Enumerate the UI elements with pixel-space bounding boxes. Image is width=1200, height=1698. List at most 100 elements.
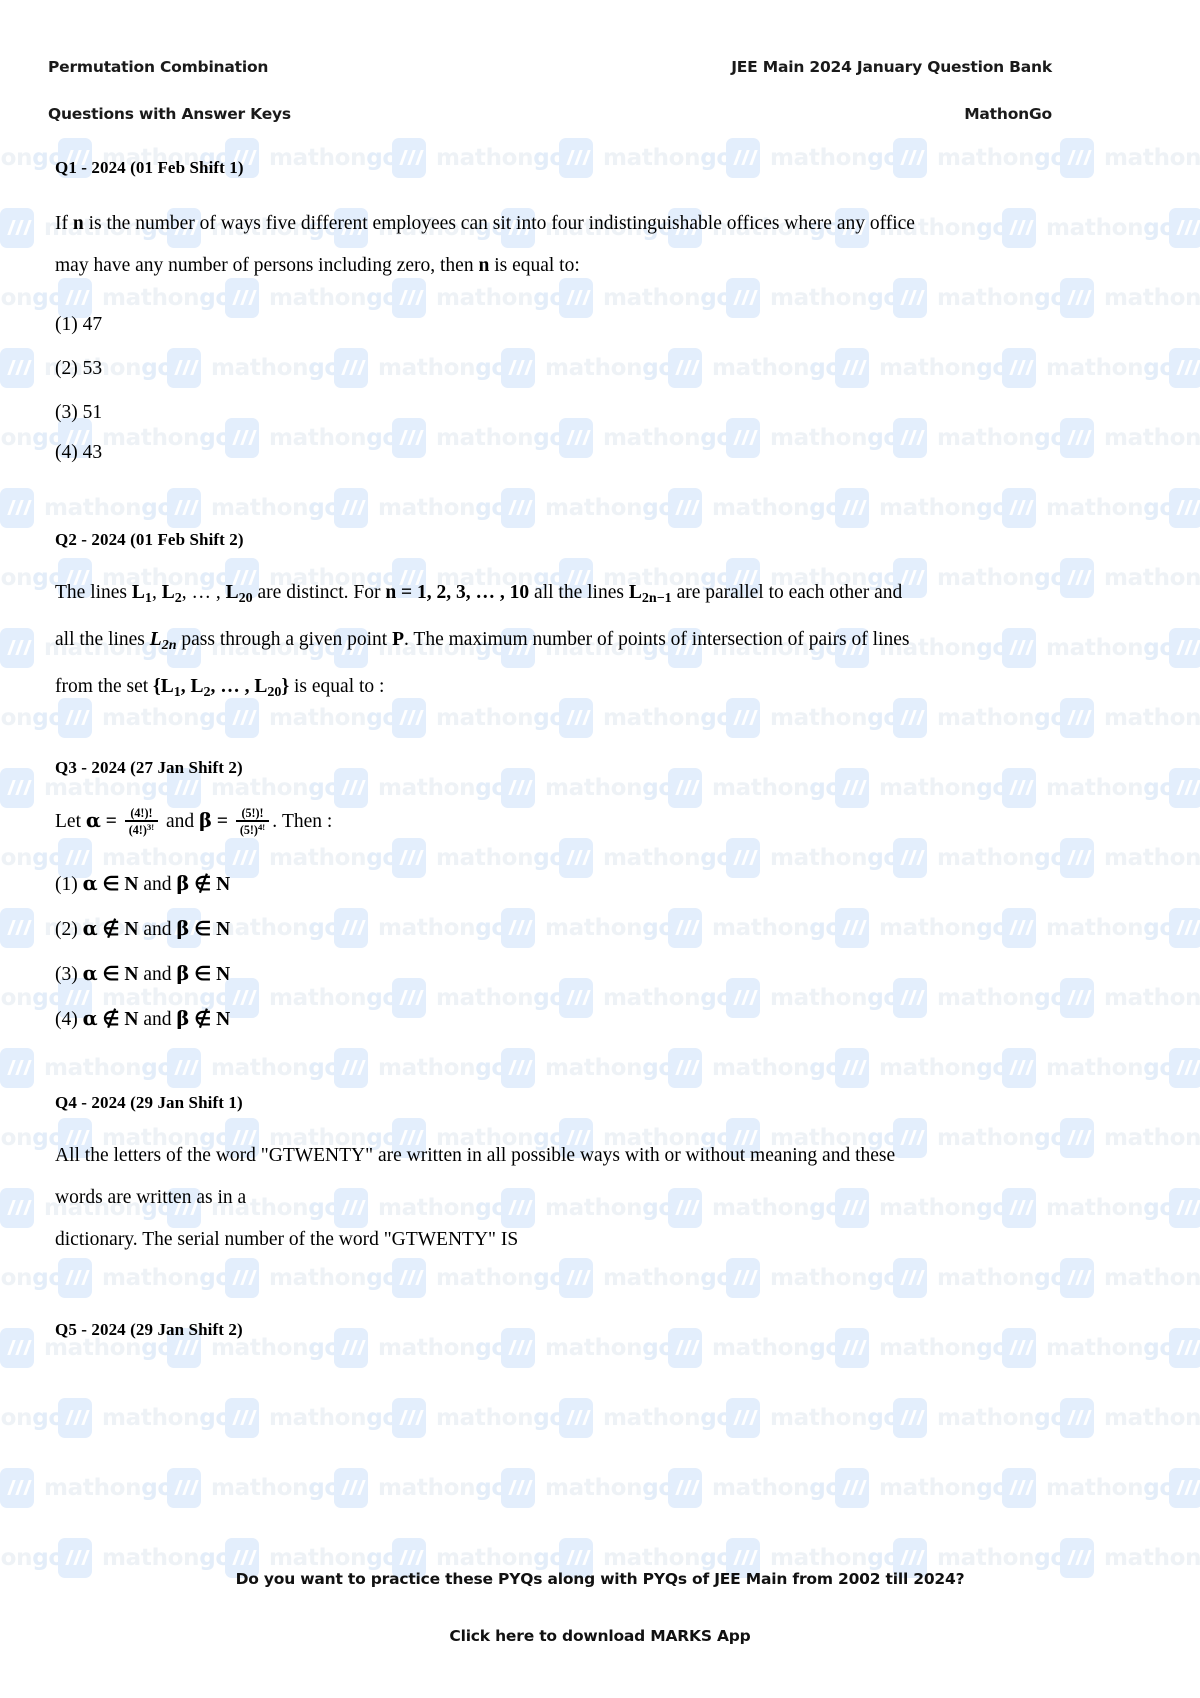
- watermark-item: mathongo: [0, 768, 6, 808]
- watermark-label: mathongo: [1046, 915, 1175, 941]
- watermark-item: mathongo: [0, 908, 6, 948]
- watermark-item: mathongo: [726, 1398, 899, 1438]
- watermark-item: mathongo: [0, 1398, 64, 1438]
- q2-t5: all the lines: [529, 582, 629, 603]
- q3-opt3-and: and: [138, 964, 177, 985]
- q1-text-b: is the number of ways five different emp…: [83, 213, 915, 234]
- watermark-label: mathongo: [44, 495, 173, 521]
- watermark-label: mathongo: [770, 1545, 899, 1571]
- watermark-label: mathongo: [0, 1405, 64, 1431]
- watermark-item: mathongo: [334, 488, 507, 528]
- mathongo-logo-icon: [668, 488, 702, 528]
- q3-t2: and: [161, 811, 200, 832]
- option-q1-4[interactable]: (4) 43: [55, 435, 1055, 471]
- q2-L20: L20: [226, 582, 253, 606]
- watermark-item: mathongo: [0, 1188, 6, 1228]
- q3-opt3-N2: N: [216, 964, 231, 985]
- watermark-label: mathongo: [1104, 705, 1200, 731]
- watermark-item: mathongo: [0, 1048, 6, 1088]
- watermark-item: mathongo: [1060, 1118, 1200, 1158]
- q3-opt1-rel1: ∈: [97, 874, 125, 895]
- mathongo-logo-icon: [1169, 1328, 1200, 1368]
- watermark-label: mathongo: [44, 775, 173, 801]
- watermark-label: mathongo: [102, 1265, 231, 1291]
- watermark-item: mathongo: [893, 1258, 1066, 1298]
- watermark-item: mathongo: [167, 1468, 340, 1508]
- watermark-label: mathongo: [1046, 1055, 1175, 1081]
- mathongo-logo-icon: [225, 1258, 259, 1298]
- watermark-label: mathongo: [1104, 1545, 1200, 1571]
- q3-beta-fraction: (5!)! (5!)4!: [235, 806, 270, 837]
- question-text-q1-line1: If n is the number of ways five differen…: [55, 203, 1055, 245]
- watermark-label: mathongo: [436, 1405, 565, 1431]
- question-text-q2-line3: from the set {L1, L2, … , L20} is equal …: [55, 666, 1055, 713]
- q3-opt1-rel2: ∉: [189, 874, 217, 895]
- watermark-item: mathongo: [835, 1048, 1008, 1088]
- mathongo-logo-icon: [835, 1468, 869, 1508]
- mathongo-logo-icon: [726, 1398, 760, 1438]
- q2-set-open: {L: [153, 675, 174, 697]
- watermark-item: mathongo: [1002, 1468, 1175, 1508]
- question-text-q4-line2: words are written as in a: [55, 1187, 247, 1208]
- mathongo-logo-icon: [835, 488, 869, 528]
- mathongo-logo-icon: [334, 1048, 368, 1088]
- q2-set: {L1, L2, … , L20}: [153, 675, 289, 700]
- watermark-label: mathongo: [436, 1545, 565, 1571]
- watermark-item: mathongo: [58, 1258, 231, 1298]
- watermark-label: mathongo: [378, 495, 507, 521]
- question-body-q4: All the letters of the word "GTWENTY" ar…: [55, 1135, 1055, 1261]
- option-q3-3[interactable]: (3) α ∈ N and β ∈ N: [55, 952, 1055, 997]
- watermark-label: mathongo: [0, 1055, 6, 1081]
- question-bank-title: JEE Main 2024 January Question Bank: [731, 58, 1052, 76]
- mathongo-logo-icon: [1060, 838, 1094, 878]
- watermark-label: mathongo: [879, 1055, 1008, 1081]
- watermark-item: mathongo: [167, 488, 340, 528]
- option-q3-4[interactable]: (4) α ∉ N and β ∉ N: [55, 997, 1055, 1042]
- watermark-item: mathongo: [225, 1258, 398, 1298]
- document-page: mathongo mathongo mathongo mathongo mathongo…: [0, 0, 1200, 1698]
- q3-opt4-and: and: [138, 1009, 177, 1030]
- watermark-label: mathongo: [879, 775, 1008, 801]
- watermark-label: mathongo: [44, 1055, 173, 1081]
- mathongo-logo-icon: [0, 1328, 34, 1368]
- watermark-item: mathongo: [1002, 488, 1175, 528]
- watermark-item: mathongo: [1060, 558, 1200, 598]
- watermark-item: mathongo: [1060, 978, 1200, 1018]
- mathongo-logo-icon: [501, 1468, 535, 1508]
- mathongo-logo-icon: [1060, 558, 1094, 598]
- footer-download-link[interactable]: Click here to download MARKS App: [0, 1627, 1200, 1645]
- option-q1-1[interactable]: (1) 47: [55, 303, 1055, 347]
- option-q1-2[interactable]: (2) 53: [55, 347, 1055, 391]
- q3-opt3-rel2: ∈: [189, 964, 217, 985]
- option-q1-3[interactable]: (3) 51: [55, 391, 1055, 435]
- watermark-label: mathongo: [0, 1265, 64, 1291]
- option-q3-2[interactable]: (2) α ∉ N and β ∈ N: [55, 907, 1055, 952]
- q1-text-a: If: [55, 213, 73, 234]
- watermark-label: mathongo: [545, 495, 674, 521]
- q3-beta-symbol: β: [199, 809, 212, 832]
- q3-opt4-rel2: ∉: [189, 1009, 217, 1030]
- watermark-label: mathongo: [1104, 425, 1200, 451]
- watermark-item: mathongo: [1169, 628, 1200, 668]
- watermark-item: mathongo: [1060, 1258, 1200, 1298]
- q2-L1: L1: [132, 582, 152, 606]
- q3-alpha-den-exponent: 3!: [146, 822, 155, 833]
- watermark-item: mathongo: [334, 1468, 507, 1508]
- question-block-q2: Q2 - 2024 (01 Feb Shift 2): [55, 530, 1055, 550]
- mathongo-logo-icon: [0, 1048, 34, 1088]
- q2-L2n1-sub: 2n−1: [641, 589, 672, 606]
- option-q3-1[interactable]: (1) α ∈ N and β ∉ N: [55, 862, 1055, 907]
- watermark-label: mathongo: [378, 775, 507, 801]
- q3-opt3-rel1: ∈: [97, 964, 125, 985]
- watermark-label: mathongo: [937, 1545, 1066, 1571]
- question-options-q1: (1) 47 (2) 53 (3) 51 (4) 43: [55, 303, 1055, 471]
- q2-t7: all the lines: [55, 628, 150, 650]
- q2-t9: . The maximum number of points of inters…: [404, 628, 910, 650]
- mathongo-logo-icon: [893, 1258, 927, 1298]
- watermark-label: mathongo: [1104, 285, 1200, 311]
- q2-t10: from the set: [55, 675, 154, 697]
- watermark-item: mathongo: [1060, 698, 1200, 738]
- q3-eq2: =: [211, 811, 233, 832]
- watermark-item: mathongo: [1169, 348, 1200, 388]
- q1-var-n-1: n: [72, 213, 84, 234]
